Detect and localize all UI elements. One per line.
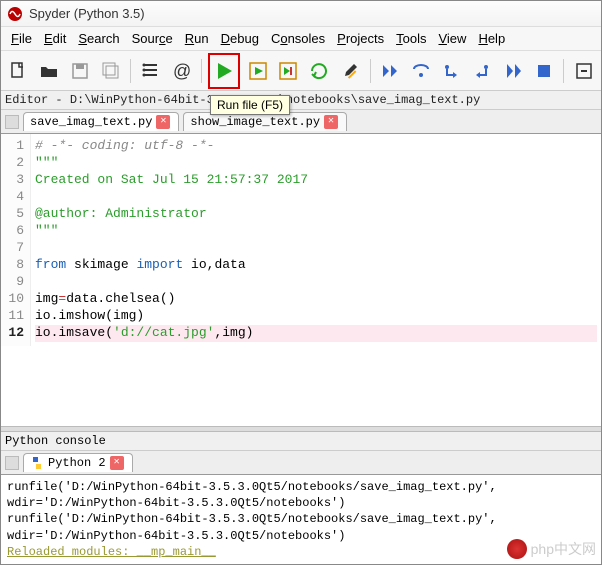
menu-debug[interactable]: Debug: [217, 29, 263, 48]
menubar: File Edit Search Source Run Debug Consol…: [1, 27, 601, 51]
separator: [370, 59, 371, 83]
configure-button[interactable]: [337, 56, 364, 86]
console-tab-label: Python 2: [48, 456, 106, 470]
close-icon[interactable]: ✕: [110, 456, 124, 470]
console-line: runfile('D:/WinPython-64bit-3.5.3.0Qt5/n…: [7, 479, 595, 511]
line-gutter: 123456789101112: [1, 134, 31, 346]
run-cell-advance-button[interactable]: [275, 56, 302, 86]
separator: [201, 59, 202, 83]
menu-tools[interactable]: Tools: [392, 29, 430, 48]
menu-file[interactable]: File: [7, 29, 36, 48]
menu-view[interactable]: View: [434, 29, 470, 48]
watermark-text: php中文网: [531, 539, 596, 559]
save-all-button[interactable]: [97, 56, 124, 86]
debug-continue-button[interactable]: [500, 56, 527, 86]
menu-help[interactable]: Help: [474, 29, 509, 48]
open-file-button[interactable]: [36, 56, 63, 86]
tab-list-icon[interactable]: [5, 115, 19, 129]
outline-button[interactable]: [137, 56, 164, 86]
at-button[interactable]: @: [168, 56, 195, 86]
new-file-button[interactable]: [5, 56, 32, 86]
menu-search[interactable]: Search: [74, 29, 123, 48]
code-editor[interactable]: 123456789101112 # -*- coding: utf-8 -*-"…: [1, 134, 601, 426]
toolbar: @: [1, 51, 601, 91]
menu-projects[interactable]: Projects: [333, 29, 388, 48]
tab-label: save_imag_text.py: [30, 115, 152, 129]
app-icon: [7, 6, 23, 22]
console-header: Python console: [1, 432, 601, 451]
run-selection-button[interactable]: [306, 56, 333, 86]
separator: [563, 59, 564, 83]
tab-list-icon[interactable]: [5, 456, 19, 470]
debug-step-button[interactable]: [376, 56, 403, 86]
console-tab[interactable]: Python 2 ✕: [23, 453, 133, 472]
debug-stepover-button[interactable]: [407, 56, 434, 86]
code-area[interactable]: # -*- coding: utf-8 -*-"""Created on Sat…: [31, 134, 601, 346]
close-icon[interactable]: ✕: [324, 115, 338, 129]
debug-stepout-button[interactable]: [469, 56, 496, 86]
console-tabs: Python 2 ✕: [1, 451, 601, 475]
editor-tabs: save_imag_text.py ✕ show_image_text.py ✕: [1, 110, 601, 134]
separator: [130, 59, 131, 83]
menu-edit[interactable]: Edit: [40, 29, 70, 48]
debug-stepin-button[interactable]: [438, 56, 465, 86]
menu-consoles[interactable]: Consoles: [267, 29, 329, 48]
tab-label: show_image_text.py: [190, 115, 320, 129]
close-icon[interactable]: ✕: [156, 115, 170, 129]
python-icon: [30, 456, 44, 470]
run-file-button[interactable]: [208, 53, 241, 89]
editor-path: Editor - D:\WinPython-64bit-3.5.3.0Qt5\n…: [1, 91, 601, 110]
svg-text:@: @: [173, 61, 191, 81]
overflow-button[interactable]: [570, 56, 597, 86]
window-title: Spyder (Python 3.5): [29, 6, 145, 21]
menu-source[interactable]: Source: [128, 29, 177, 48]
watermark: php中文网: [507, 539, 596, 559]
titlebar: Spyder (Python 3.5): [1, 1, 601, 27]
debug-stop-button[interactable]: [530, 56, 557, 86]
menu-run[interactable]: Run: [181, 29, 213, 48]
watermark-logo-icon: [507, 539, 527, 559]
tab-save-imag[interactable]: save_imag_text.py ✕: [23, 112, 179, 131]
run-tooltip: Run file (F5): [210, 95, 290, 115]
run-cell-button[interactable]: [244, 56, 271, 86]
save-button[interactable]: [67, 56, 94, 86]
